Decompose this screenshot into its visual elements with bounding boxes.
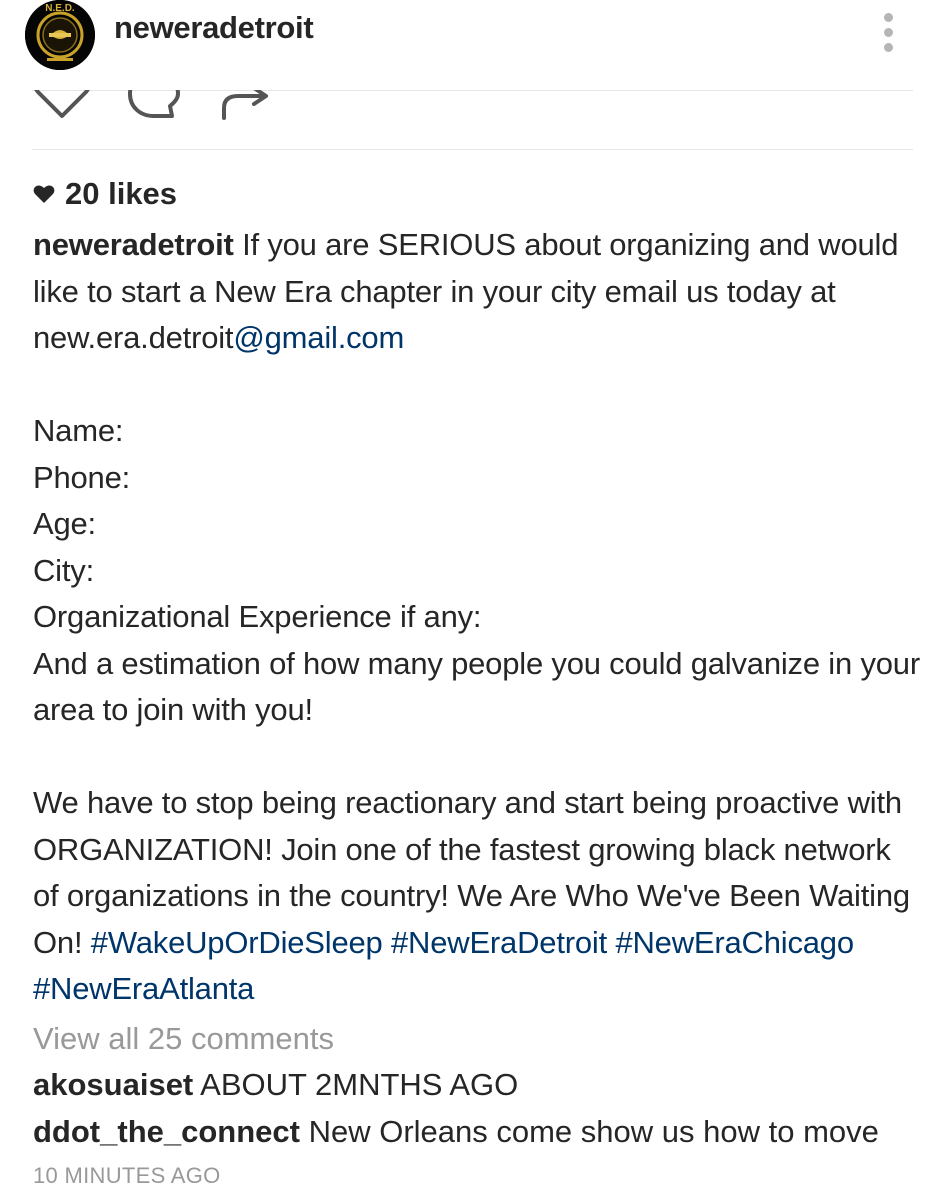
view-all-comments-link[interactable]: View all 25 comments (33, 1017, 334, 1061)
comment-username[interactable]: akosuaiset (33, 1067, 193, 1102)
post-caption: neweradetroit If you are SERIOUS about o… (33, 222, 923, 1013)
form-field-estimation: And a estimation of how many people you … (33, 645, 920, 728)
comment-text: New Orleans come show us how to move (299, 1114, 879, 1149)
caption-closing: We have to stop being reactionary and st… (33, 780, 923, 1013)
vertical-dots-icon[interactable] (876, 10, 902, 54)
heart-filled-icon (33, 185, 55, 203)
comment-username[interactable]: ddot_the_connect (33, 1114, 300, 1149)
comment-text: ABOUT 2MNTHS AGO (193, 1067, 519, 1102)
likes-count[interactable]: 20 likes (33, 174, 177, 214)
form-field-age: Age: (33, 506, 96, 541)
post-header: N.E.D. neweradetroit (0, 0, 945, 90)
caption-intro: neweradetroit If you are SERIOUS about o… (33, 222, 923, 362)
svg-text:N.E.D.: N.E.D. (45, 3, 75, 14)
likes-label: 20 likes (65, 176, 178, 211)
hashtag-link[interactable]: #WakeUpOrDieSleep (91, 925, 383, 960)
caption-email-local: new.era.detroit (33, 320, 234, 355)
form-field-name: Name: (33, 413, 124, 448)
heart-outline-icon[interactable] (30, 90, 94, 124)
comment-item: akosuaiset ABOUT 2MNTHS AGO (33, 1063, 518, 1107)
form-field-experience: Organizational Experience if any: (33, 599, 482, 634)
form-field-city: City: (33, 552, 95, 588)
profile-avatar[interactable]: N.E.D. (25, 0, 95, 70)
email-link[interactable]: @gmail.com (233, 320, 404, 355)
comment-bubble-icon[interactable] (124, 90, 184, 124)
hashtag-link[interactable]: #NewEraChicago (615, 925, 854, 960)
share-arrow-icon[interactable] (218, 90, 274, 124)
post-timestamp: 10 MINUTES AGO (33, 1163, 221, 1188)
caption-username[interactable]: neweradetroit (33, 227, 234, 262)
new-era-detroit-logo-icon: N.E.D. (25, 0, 95, 70)
action-bar (0, 90, 945, 135)
actions-divider (32, 149, 913, 150)
form-field-phone: Phone: (33, 459, 131, 495)
comment-item: ddot_the_connect New Orleans come show u… (33, 1110, 879, 1154)
hashtag-link[interactable]: #NewEraAtlanta (33, 971, 254, 1006)
hashtag-link[interactable]: #NewEraDetroit (391, 925, 607, 960)
post-username[interactable]: neweradetroit (114, 10, 314, 46)
